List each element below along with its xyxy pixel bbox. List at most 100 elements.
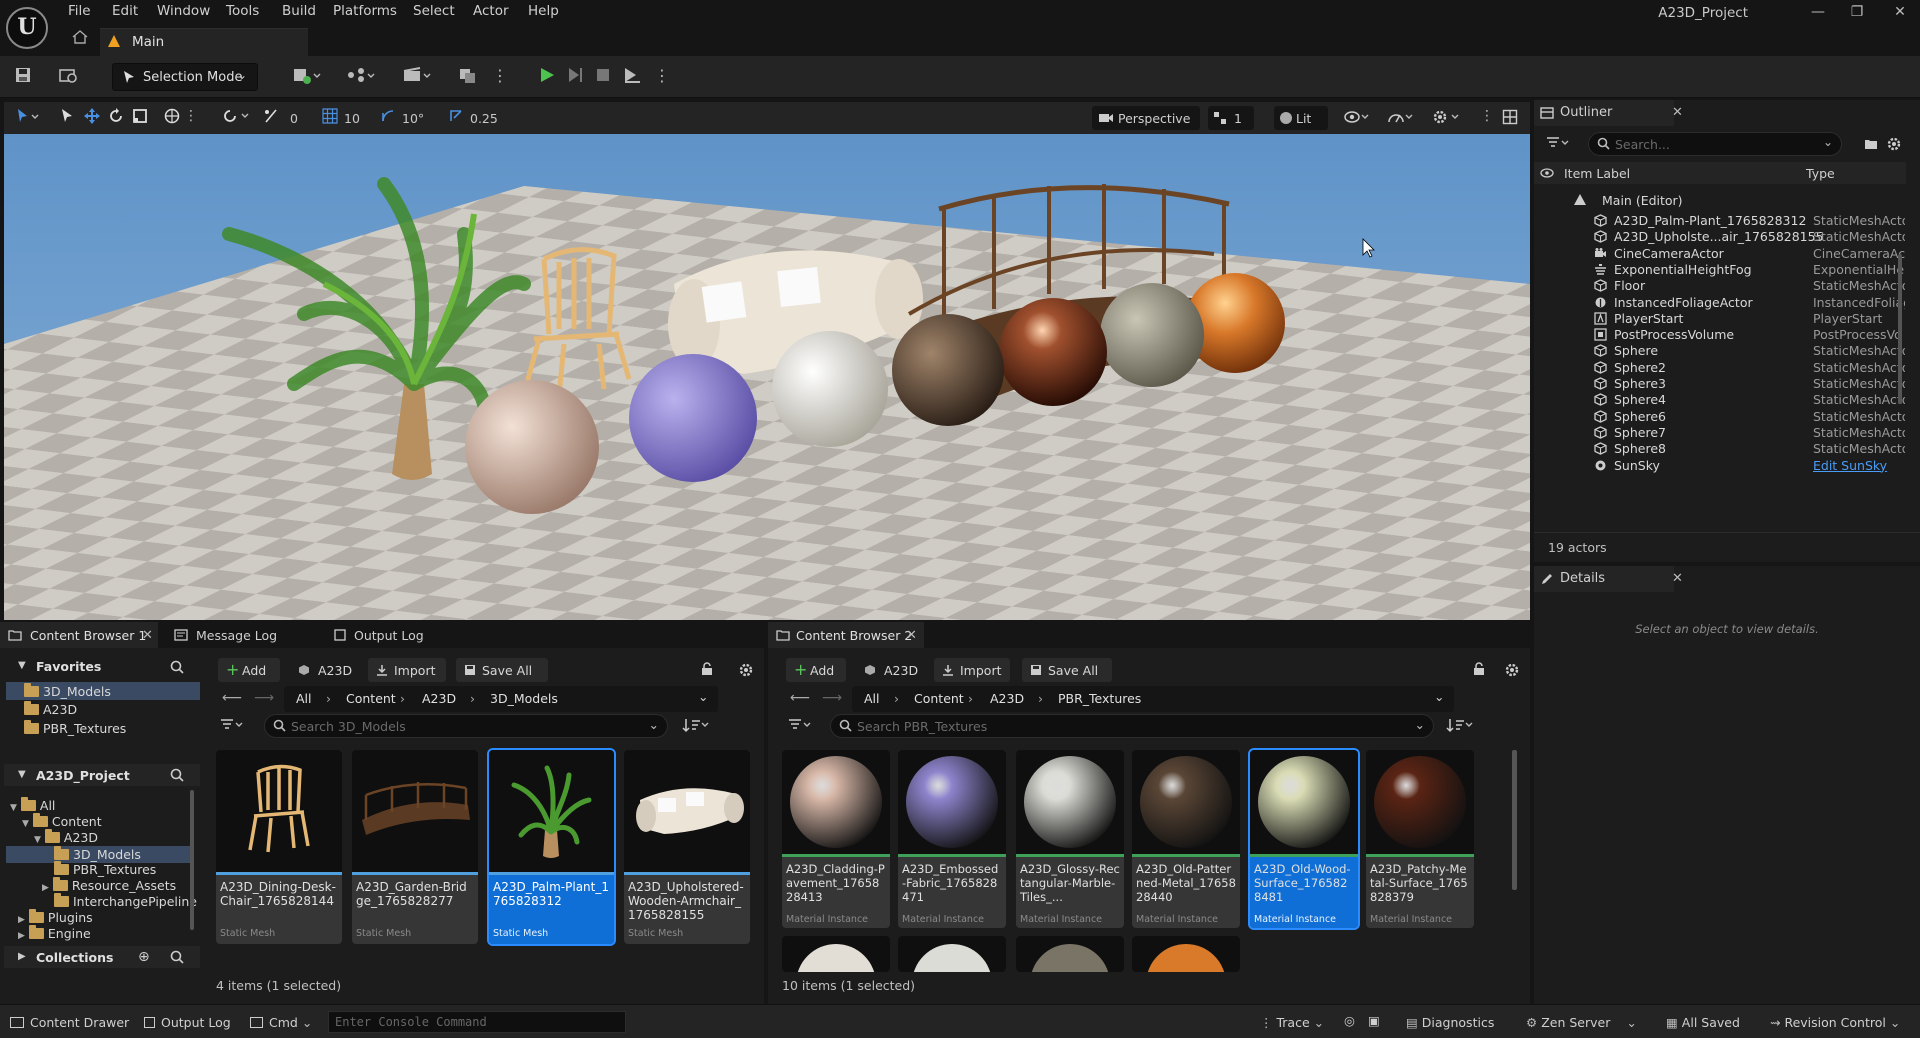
viewport-options-icon[interactable]: ⋮ (1480, 108, 1494, 124)
tree-engine[interactable]: ▶ Engine (18, 925, 91, 942)
screenshot-icon[interactable]: ▣ (1368, 1013, 1380, 1028)
filter-icon[interactable] (220, 718, 246, 735)
tree-scrollbar[interactable] (190, 790, 194, 930)
forward-icon[interactable]: ⟶ (254, 690, 274, 706)
add-button[interactable]: + Add (786, 658, 846, 682)
scale-snap-icon[interactable] (448, 108, 464, 127)
crumb-all[interactable]: All (296, 691, 312, 706)
asset-tile-partial[interactable] (1016, 936, 1124, 972)
expand-arrow-icon[interactable]: ▶ (18, 951, 26, 962)
rotation-snap-count[interactable]: 0 (290, 111, 298, 126)
menu-file[interactable]: File (66, 3, 93, 19)
tab-content-browser-1[interactable]: Content Browser 1 ✕ (0, 622, 158, 648)
tree-content[interactable]: ▼ Content (22, 813, 102, 830)
outliner-row[interactable]: SunSky Edit SunSky (1534, 455, 1906, 475)
lock-icon[interactable] (1472, 662, 1486, 679)
save-all-button[interactable]: Save All (1022, 658, 1112, 682)
grid-snap-icon[interactable] (322, 108, 338, 127)
cmd-dropdown[interactable]: Cmd ⌄ (250, 1015, 312, 1030)
menu-select[interactable]: Select (411, 3, 457, 19)
asset-tile-partial[interactable] (898, 936, 1006, 972)
menu-build[interactable]: Build (280, 3, 318, 19)
viewport-settings-icon[interactable] (1432, 109, 1462, 128)
material-tile[interactable]: A23D_Cladding-Pavement_1765828413 Materia… (782, 750, 890, 928)
add-actor-icon[interactable] (292, 66, 321, 88)
asset-search-input[interactable]: Search PBR_Textures ⌄ (830, 714, 1434, 738)
asset-scrollbar[interactable] (1512, 750, 1517, 890)
import-button[interactable]: Import (368, 658, 446, 682)
diagnostics-button[interactable]: ▤ Diagnostics (1406, 1015, 1494, 1030)
map-tab-main[interactable]: Main (100, 28, 308, 56)
surface-snap-icon[interactable] (222, 108, 252, 127)
filter-icon[interactable] (788, 718, 814, 735)
console-command-input[interactable]: Enter Console Command (328, 1011, 626, 1033)
tree-resource-assets[interactable]: ▶ Resource_Assets (42, 877, 176, 894)
level-viewport[interactable] (4, 134, 1530, 620)
settings-icon[interactable] (1504, 662, 1520, 681)
crumb-content[interactable]: Content (914, 691, 964, 706)
material-tile[interactable]: A23D_Embossed-Fabric_1765828471 Material … (898, 750, 1006, 928)
rotate-tool-icon[interactable] (108, 108, 124, 127)
close-outliner-icon[interactable]: ✕ (1672, 105, 1683, 120)
trace-dropdown[interactable]: ⋮ Trace ⌄ (1260, 1015, 1324, 1030)
asset-tile-partial[interactable] (782, 936, 890, 972)
menu-tools[interactable]: Tools (224, 3, 261, 19)
tab-message-log[interactable]: Message Log (166, 622, 316, 648)
new-folder-icon[interactable] (1864, 137, 1878, 154)
type-column[interactable]: Type (1806, 166, 1835, 181)
minimize-icon[interactable]: — (1808, 4, 1828, 20)
asset-search-input[interactable]: Search 3D_Models ⌄ (264, 714, 668, 738)
outliner-tab[interactable]: Outliner ✕ (1534, 100, 1683, 126)
outliner-scrollbar[interactable] (1898, 254, 1902, 404)
tab-output-log[interactable]: Output Log (326, 622, 476, 648)
back-icon[interactable]: ⟵ (222, 690, 242, 706)
rotation-snap-value[interactable]: 10° (402, 111, 424, 126)
settings-icon[interactable] (738, 662, 754, 681)
sort-icon[interactable] (1446, 717, 1474, 736)
forward-icon[interactable]: ⟶ (822, 690, 842, 706)
search-icon[interactable] (170, 768, 184, 785)
move-tool-icon[interactable] (84, 108, 100, 127)
scale-snap-value[interactable]: 0.25 (470, 111, 498, 126)
visibility-icon[interactable] (1540, 167, 1554, 182)
crumb-a23d[interactable]: A23D (990, 691, 1024, 706)
zen-server-dropdown[interactable]: ⚙ Zen Server ⌄ (1526, 1015, 1637, 1030)
menu-platforms[interactable]: Platforms (331, 3, 399, 19)
step-icon[interactable] (566, 66, 590, 88)
search-icon[interactable] (170, 660, 184, 677)
output-log-button[interactable]: Output Log (144, 1015, 231, 1030)
outliner-search-input[interactable]: Search... ⌄ (1588, 132, 1842, 156)
project-button[interactable]: A23D (856, 658, 922, 682)
eject-icon[interactable] (622, 66, 646, 88)
revision-control-dropdown[interactable]: ⇝ Revision Control ⌄ (1770, 1015, 1900, 1030)
chevron-down-icon[interactable]: ⌄ (698, 689, 708, 704)
chevron-down-icon[interactable]: ⌄ (1434, 689, 1444, 704)
material-tile[interactable]: A23D_Old-Wood-Surface_1765828481 Material… (1248, 748, 1360, 930)
favorite-3d-models[interactable]: 3D_Models (6, 682, 200, 700)
add-collection-icon[interactable]: ⊕ (138, 949, 150, 965)
search-icon[interactable] (170, 950, 184, 967)
favorite-pbr-textures[interactable]: PBR_Textures (24, 720, 126, 737)
material-tile[interactable]: A23D_Old-Patterned-Metal_1765828440 Mater… (1132, 750, 1240, 928)
asset-tile-armchair[interactable]: A23D_Upholstered-Wooden-Armchair_1765828… (624, 750, 750, 944)
tree-interchange-pipeline[interactable]: InterchangePipeline (54, 893, 197, 910)
item-label-column[interactable]: Item Label (1564, 166, 1630, 181)
filter-icon[interactable] (1546, 136, 1572, 153)
close-window-icon[interactable]: ✕ (1890, 4, 1910, 20)
tree-3d-models[interactable]: 3D_Models (6, 846, 190, 863)
performance-icon[interactable] (1388, 110, 1416, 127)
scale-tool-icon[interactable] (132, 108, 148, 127)
unreal-logo-icon[interactable]: U (6, 7, 48, 49)
close-details-icon[interactable]: ✕ (1672, 571, 1683, 586)
camera-speed-dropdown[interactable]: 1 (1208, 106, 1254, 130)
transform-options-icon[interactable]: ⋮ (184, 108, 198, 124)
add-button[interactable]: + Add (218, 658, 280, 682)
project-button[interactable]: A23D (290, 658, 358, 682)
menu-help[interactable]: Help (526, 3, 561, 19)
crumb-pbr-textures[interactable]: PBR_Textures (1058, 691, 1141, 706)
selection-mode-dropdown[interactable]: Selection Mode ⌄ (112, 63, 258, 91)
tree-all[interactable]: ▼ All (10, 797, 55, 814)
collapse-arrow-icon[interactable]: ▼ (18, 660, 26, 671)
more-options-icon[interactable]: ⋮ (492, 66, 516, 88)
crumb-a23d[interactable]: A23D (422, 691, 456, 706)
